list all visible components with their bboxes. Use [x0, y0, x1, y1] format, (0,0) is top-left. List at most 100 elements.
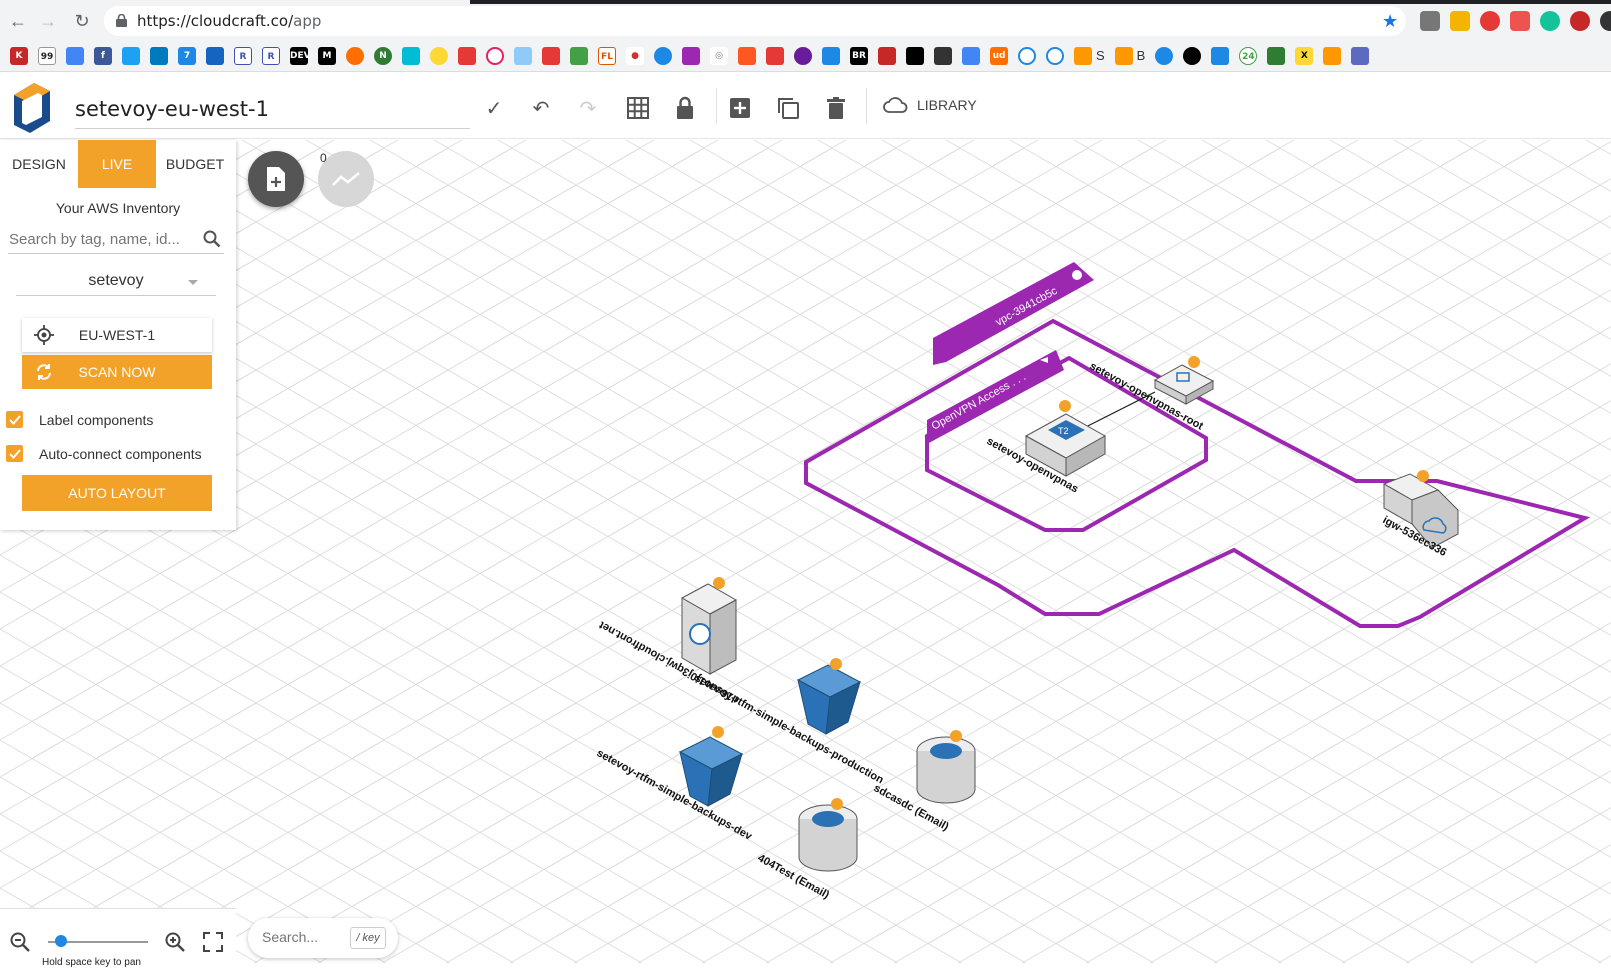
back-icon[interactable]: ←: [6, 9, 30, 33]
inventory-panel: DESIGN LIVE BUDGET Your AWS Inventory se…: [0, 140, 236, 530]
tab-budget[interactable]: BUDGET: [156, 140, 234, 188]
bookmark-label[interactable]: S: [1096, 47, 1105, 65]
bookmark-icon[interactable]: R: [234, 47, 252, 65]
bookmark-icon[interactable]: [654, 47, 672, 65]
zoom-slider-handle[interactable]: [55, 935, 67, 947]
bookmark-icon[interactable]: DEV: [290, 47, 308, 65]
bookmark-icon[interactable]: K: [10, 47, 28, 65]
bookmark-icon[interactable]: [430, 47, 448, 65]
bookmark-star-icon[interactable]: ★: [1382, 11, 1398, 32]
bookmark-icon[interactable]: [682, 47, 700, 65]
bookmark-icon[interactable]: [1211, 47, 1230, 65]
bookmark-icon[interactable]: [962, 47, 980, 65]
bookmark-icon[interactable]: [1323, 47, 1342, 65]
component-search[interactable]: / key: [248, 918, 398, 958]
bookmark-icon[interactable]: [1074, 47, 1092, 65]
trend-line-icon: [332, 171, 360, 186]
new-diagram-button[interactable]: [248, 151, 304, 207]
extension-icon[interactable]: [1510, 11, 1530, 31]
bookmark-icon[interactable]: FL: [598, 47, 616, 65]
reload-icon[interactable]: ↻: [70, 9, 94, 33]
lock-diagram-icon[interactable]: [672, 95, 698, 121]
bookmark-icon[interactable]: BR: [850, 47, 868, 65]
search-icon[interactable]: [203, 230, 221, 248]
bookmark-icon[interactable]: [794, 47, 812, 65]
region-selector[interactable]: EU-WEST-1: [22, 318, 212, 352]
isometric-diagram[interactable]: vpc-3941cb5c OpenVPN Access . . . T2 set…: [0, 140, 1611, 963]
bookmark-icon[interactable]: [66, 47, 84, 65]
diagram-canvas[interactable]: vpc-3941cb5c OpenVPN Access . . . T2 set…: [0, 140, 1611, 963]
bookmark-icon[interactable]: ●: [626, 47, 644, 65]
bookmark-icon[interactable]: [206, 47, 224, 65]
duplicate-icon[interactable]: [775, 95, 801, 121]
bookmark-icon[interactable]: M: [318, 47, 336, 65]
bookmark-icon[interactable]: f: [94, 47, 112, 65]
undo-icon[interactable]: ↶: [528, 95, 554, 121]
bookmark-icon[interactable]: [822, 47, 840, 65]
tab-design[interactable]: DESIGN: [0, 140, 78, 188]
profile-icon[interactable]: [1600, 11, 1611, 31]
add-component-icon[interactable]: [727, 95, 753, 121]
bookmark-icon[interactable]: [738, 47, 756, 65]
lock-icon: [116, 14, 127, 27]
bookmark-icon[interactable]: [766, 47, 784, 65]
bookmark-label[interactable]: B: [1137, 47, 1146, 65]
auto-layout-button[interactable]: AUTO LAYOUT: [22, 475, 212, 511]
bookmark-icon[interactable]: [1046, 47, 1064, 65]
github-icon[interactable]: [1183, 47, 1202, 65]
extension-icon[interactable]: [1540, 11, 1560, 31]
bookmark-icon[interactable]: 24: [1239, 47, 1258, 65]
inventory-search-input[interactable]: [8, 226, 224, 254]
bookmark-icon[interactable]: [934, 47, 952, 65]
scan-now-label: SCAN NOW: [78, 364, 156, 380]
cloudcraft-logo[interactable]: [12, 81, 52, 135]
checkmark-icon[interactable]: ✓: [481, 95, 507, 121]
bookmark-icon[interactable]: 99: [38, 47, 56, 65]
auto-connect-checkbox[interactable]: [6, 445, 23, 462]
auto-connect-option[interactable]: Auto-connect components: [6, 445, 202, 462]
bookmark-icon[interactable]: [346, 47, 364, 65]
bookmark-icon[interactable]: [878, 47, 896, 65]
extension-icon[interactable]: [1420, 11, 1440, 31]
url-text[interactable]: https://cloudcraft.co/app: [137, 12, 321, 30]
bookmark-icon[interactable]: [1155, 47, 1174, 65]
fullscreen-icon[interactable]: [202, 931, 224, 953]
label-components-checkbox[interactable]: [6, 411, 23, 428]
scan-now-button[interactable]: SCAN NOW: [22, 355, 212, 389]
extension-icon[interactable]: [1570, 11, 1590, 31]
zoom-in-icon[interactable]: [164, 931, 186, 953]
grid-icon[interactable]: [625, 95, 651, 121]
bookmark-icon[interactable]: [542, 47, 560, 65]
extension-icon[interactable]: [1450, 11, 1470, 31]
bookmark-icon[interactable]: [1114, 47, 1133, 65]
tab-live[interactable]: LIVE: [78, 140, 156, 188]
bookmark-icon[interactable]: [402, 47, 420, 65]
trash-icon[interactable]: [823, 95, 849, 121]
bookmark-icon[interactable]: 7: [178, 47, 196, 65]
bookmark-icon[interactable]: X: [1295, 47, 1314, 65]
forward-icon[interactable]: →: [36, 9, 60, 33]
bookmark-icon[interactable]: [1018, 47, 1036, 65]
bookmark-icon[interactable]: ud: [990, 47, 1008, 65]
extension-icon[interactable]: [1480, 11, 1500, 31]
bookmark-icon[interactable]: [1351, 47, 1370, 65]
bookmark-icon[interactable]: [458, 47, 476, 65]
bookmark-icon[interactable]: [1267, 47, 1286, 65]
bookmark-icon[interactable]: [906, 47, 924, 65]
account-select[interactable]: setevoy: [16, 268, 216, 296]
zoom-out-icon[interactable]: [9, 931, 31, 953]
bookmark-icon[interactable]: ◎: [710, 47, 728, 65]
label-components-option[interactable]: Label components: [6, 411, 153, 428]
bookmark-icon[interactable]: [122, 47, 140, 65]
library-button[interactable]: LIBRARY: [883, 96, 977, 114]
auto-connect-text: Auto-connect components: [39, 445, 202, 462]
bookmark-icon[interactable]: [514, 47, 532, 65]
bookmark-icon[interactable]: [570, 47, 588, 65]
redo-icon[interactable]: ↷: [575, 95, 601, 121]
bookmark-icon[interactable]: [150, 47, 168, 65]
bookmark-icon[interactable]: N: [374, 47, 392, 65]
diagram-title-input[interactable]: setevoy-eu-west-1: [75, 97, 470, 129]
component-search-input[interactable]: [262, 929, 342, 945]
bookmark-icon[interactable]: [486, 47, 504, 65]
bookmark-icon[interactable]: R: [262, 47, 280, 65]
